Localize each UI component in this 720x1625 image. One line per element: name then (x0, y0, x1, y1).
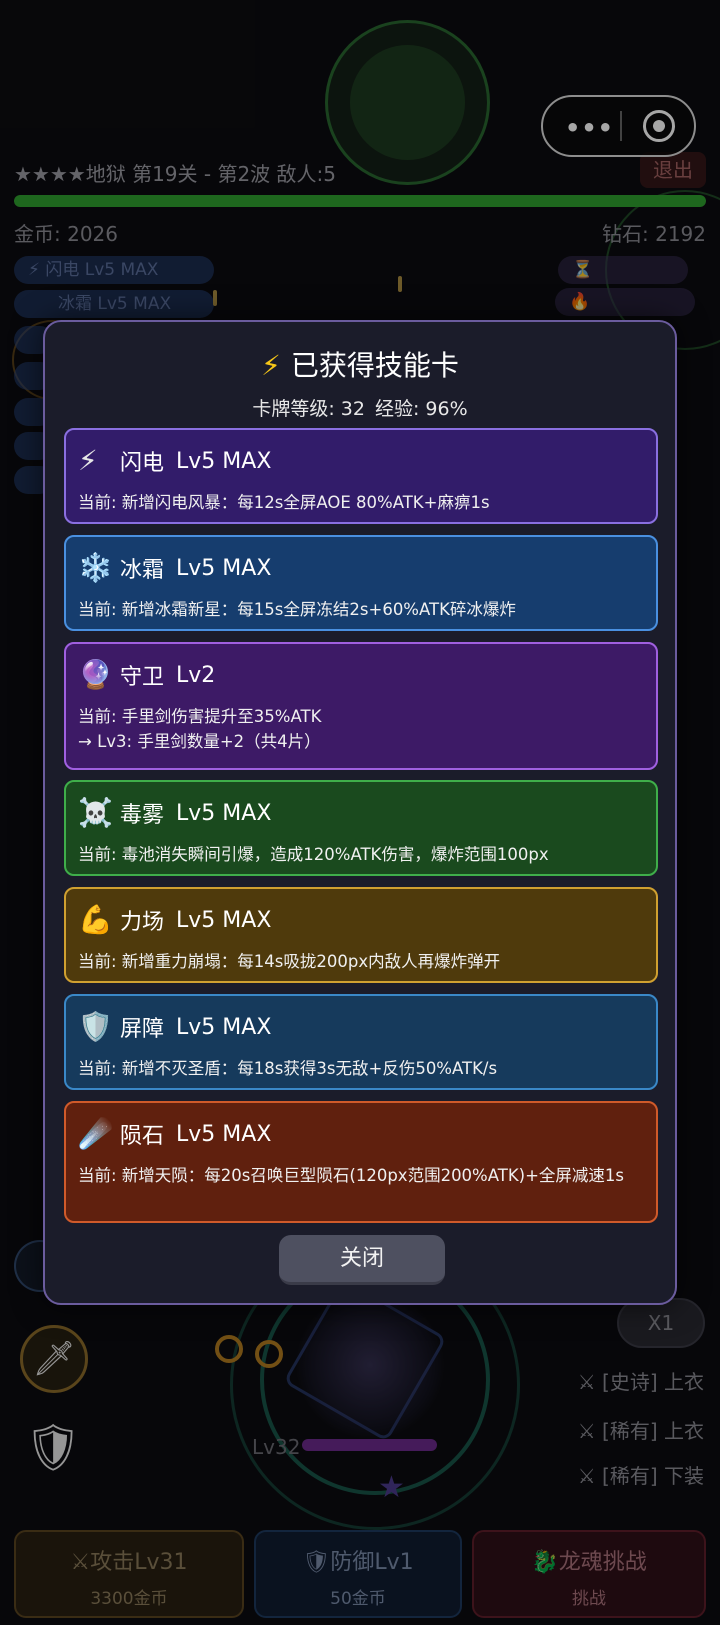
skill-level: Lv5 MAX (176, 448, 272, 474)
skill-level: Lv5 MAX (176, 907, 272, 933)
snowflake-icon: ❄️ (78, 551, 113, 584)
lightning-icon: ⚡ (261, 349, 281, 382)
skill-name: 屏障 (120, 1017, 165, 1042)
crystal-ball-icon: 🔮 (78, 658, 113, 691)
skill-name: 闪电 (120, 451, 165, 476)
skill-next-level: → Lv3: 手里剑数量+2（共4片） (78, 732, 321, 751)
skill-name: 陨石 (120, 1124, 165, 1149)
comet-icon: ☄️ (78, 1117, 113, 1150)
skill-desc: 当前: 新增冰霜新星：每15s全屏冻结2s+60%ATK碎冰爆炸 (78, 600, 516, 619)
skill-card-lightning[interactable]: ⚡ 闪电 Lv5 MAX 当前: 新增闪电风暴：每12s全屏AOE 80%ATK+麻… (64, 428, 658, 524)
flexed-bicep-icon: 💪 (78, 903, 113, 936)
skill-card-meteor[interactable]: ☄️ 陨石 Lv5 MAX 当前: 新增天陨：每20s召唤巨型陨石(120px范围2… (64, 1101, 658, 1223)
skill-desc: 当前: 新增重力崩塌：每14s吸拢200px内敌人再爆炸弹开 (78, 952, 501, 971)
skill-level: Lv5 MAX (176, 1121, 272, 1147)
skill-level: Lv5 MAX (176, 555, 272, 581)
skill-card-force[interactable]: 💪 力场 Lv5 MAX 当前: 新增重力崩塌：每14s吸拢200px内敌人再爆炸弹… (64, 887, 658, 983)
skull-crossbones-icon: ☠️ (78, 796, 113, 829)
skill-desc: 当前: 新增不灭圣盾：每18s获得3s无敌+反伤50%ATK/s (78, 1059, 498, 1078)
skill-card-frost[interactable]: ❄️ 冰霜 Lv5 MAX 当前: 新增冰霜新星：每15s全屏冻结2s+60%ATK… (64, 535, 658, 631)
skill-card-poison[interactable]: ☠️ 毒雾 Lv5 MAX 当前: 毒池消失瞬间引爆，造成120%ATK伤害，爆炸范… (64, 780, 658, 876)
card-level: 卡牌等级: 32 (252, 398, 365, 420)
skill-level: Lv5 MAX (176, 800, 272, 826)
skill-level: Lv5 MAX (176, 1014, 272, 1040)
card-stats: 卡牌等级: 32 经验: 96% (45, 394, 675, 421)
skill-level: Lv2 (176, 662, 216, 688)
card-exp: 经验: 96% (374, 398, 468, 420)
shield-icon: 🛡️ (78, 1010, 113, 1043)
skill-name: 冰霜 (120, 558, 165, 583)
skill-desc: 当前: 手里剑伤害提升至35%ATK (78, 707, 322, 726)
lightning-icon: ⚡ (78, 444, 98, 477)
skill-name: 力场 (120, 910, 165, 935)
skill-desc: 当前: 毒池消失瞬间引爆，造成120%ATK伤害，爆炸范围100px (78, 845, 549, 864)
modal-title-text: 已获得技能卡 (290, 349, 459, 382)
skill-name: 毒雾 (120, 803, 165, 828)
skill-name: 守卫 (120, 665, 165, 690)
modal-title: ⚡ 已获得技能卡 (45, 344, 675, 384)
close-button[interactable]: 关闭 (279, 1235, 445, 1285)
skill-card-guard[interactable]: 🔮 守卫 Lv2 当前: 手里剑伤害提升至35%ATK → Lv3: 手里剑数量+2… (64, 642, 658, 770)
skill-card-modal: ⚡ 已获得技能卡 卡牌等级: 32 经验: 96% ⚡ 闪电 Lv5 MAX 当前: 新… (43, 320, 677, 1305)
skill-desc: 当前: 新增天陨：每20s召唤巨型陨石(120px范围200%ATK)+全屏减速… (78, 1166, 624, 1185)
skill-card-shield[interactable]: 🛡️ 屏障 Lv5 MAX 当前: 新增不灭圣盾：每18s获得3s无敌+反伤50%A… (64, 994, 658, 1090)
skill-desc: 当前: 新增闪电风暴：每12s全屏AOE 80%ATK+麻痹1s (78, 493, 490, 512)
